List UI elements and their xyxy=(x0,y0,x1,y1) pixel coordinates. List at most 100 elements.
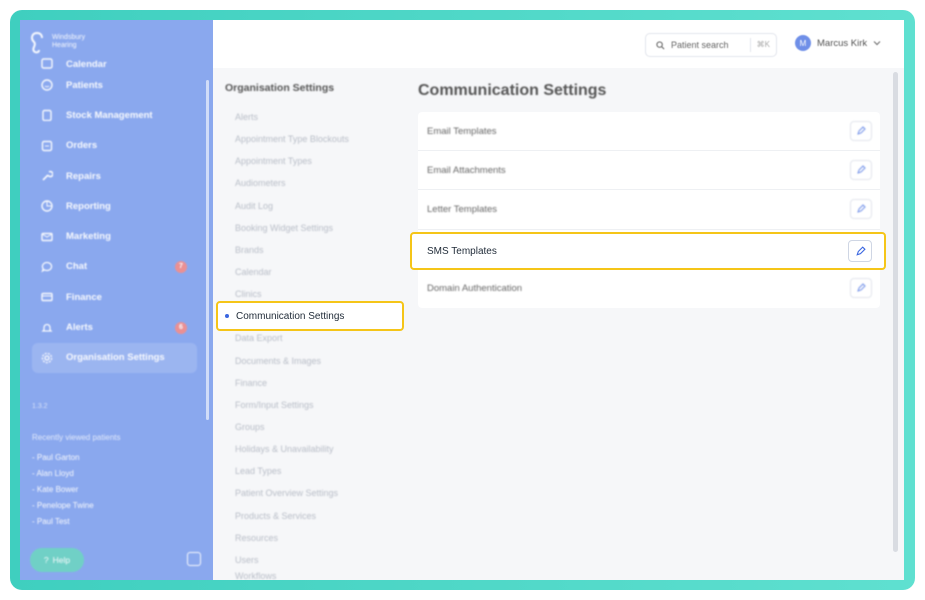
sidebar-item-alerts[interactable]: Alerts 6 xyxy=(32,312,197,342)
sidebar-item-orders[interactable]: Orders xyxy=(32,131,197,161)
settings-item-brands[interactable]: Brands xyxy=(225,239,349,261)
sidebar-nav: Calendar Patients Stock Management Order… xyxy=(32,54,197,373)
edit-button[interactable] xyxy=(850,160,872,181)
settings-item-calendar[interactable]: Calendar xyxy=(225,261,349,283)
settings-item-documents-images[interactable]: Documents & Images xyxy=(225,350,349,372)
mail-icon xyxy=(40,230,54,244)
sidebar-item-patients[interactable]: Patients xyxy=(32,70,197,100)
recent-patients-list: - Paul Garton - Alan Lloyd - Kate Bower … xyxy=(32,450,94,530)
settings-item-holidays-unavailability[interactable]: Holidays & Unavailability xyxy=(225,438,349,460)
recent-patient-link[interactable]: - Alan Lloyd xyxy=(32,466,94,482)
sidebar-item-finance[interactable]: Finance xyxy=(32,282,197,312)
pencil-icon xyxy=(855,245,866,256)
help-label: Help xyxy=(52,555,71,565)
settings-item-communication-settings[interactable]: Communication Settings xyxy=(216,301,404,331)
settings-item-form-input-settings[interactable]: Form/Input Settings xyxy=(225,394,349,416)
clipboard-icon xyxy=(40,108,54,122)
recent-patient-link[interactable]: - Paul Garton xyxy=(32,450,94,466)
pencil-icon xyxy=(857,165,866,175)
pencil-icon xyxy=(857,283,866,293)
settings-list: Alerts Appointment Type Blockouts Appoin… xyxy=(225,106,349,580)
settings-item-users[interactable]: Users xyxy=(225,549,349,571)
sidebar-item-label: Finance xyxy=(66,291,102,303)
sidebar-item-label: Patients xyxy=(66,79,103,91)
sidebar-item-label: Marketing xyxy=(66,231,111,243)
row-label: Domain Authentication xyxy=(427,282,523,294)
sidebar-item-repairs[interactable]: Repairs xyxy=(32,161,197,191)
top-bar: Patient search ⌘K M Marcus Kirk xyxy=(213,20,904,68)
recent-patient-link[interactable]: - Penelope Twine xyxy=(32,498,94,514)
list-item-email-attachments[interactable]: Email Attachments xyxy=(418,151,880,191)
sidebar-item-chat[interactable]: Chat 7 xyxy=(32,252,197,282)
collapse-sidebar-icon[interactable] xyxy=(187,552,201,566)
pencil-icon xyxy=(857,204,866,214)
sidebar-item-label: Calendar xyxy=(66,59,107,70)
edit-sms-templates-button[interactable] xyxy=(848,240,872,262)
sidebar-item-calendar[interactable]: Calendar xyxy=(32,54,197,70)
ear-logo-icon xyxy=(30,31,43,54)
settings-item-workflows[interactable]: Workflows xyxy=(225,571,349,580)
edit-button[interactable] xyxy=(850,278,872,299)
row-label: SMS Templates xyxy=(427,245,497,257)
sidebar-item-organisation-settings[interactable]: Organisation Settings xyxy=(32,342,197,373)
avatar: M xyxy=(795,35,811,51)
wrench-icon xyxy=(40,169,54,183)
search-label: Patient search xyxy=(671,40,729,50)
calendar-icon xyxy=(40,56,54,70)
settings-item-groups[interactable]: Groups xyxy=(225,416,349,438)
card-icon xyxy=(40,290,54,304)
settings-item-patient-overview-settings[interactable]: Patient Overview Settings xyxy=(225,482,349,504)
sidebar-item-label: Repairs xyxy=(66,170,101,182)
sidebar-item-label: Organisation Settings xyxy=(66,352,165,364)
recent-patient-link[interactable]: - Kate Bower xyxy=(32,482,94,498)
app-version: 1.3.2 xyxy=(32,403,48,410)
settings-item-lead-types[interactable]: Lead Types xyxy=(225,460,349,482)
recent-patients-title: Recently viewed patients xyxy=(32,433,121,442)
app-window: Windsbury Hearing Calendar Patients Stoc… xyxy=(20,20,904,580)
row-label: Letter Templates xyxy=(427,203,498,215)
settings-item-alerts[interactable]: Alerts xyxy=(225,106,349,128)
settings-item-appointment-types[interactable]: Appointment Types xyxy=(225,150,349,172)
settings-item-appointment-type-blockouts[interactable]: Appointment Type Blockouts xyxy=(225,128,349,150)
sidebar-scrollbar[interactable] xyxy=(206,80,209,420)
list-item-domain-authentication[interactable]: Domain Authentication xyxy=(418,269,880,308)
settings-item-products-services[interactable]: Products & Services xyxy=(225,505,349,527)
sidebar: Windsbury Hearing Calendar Patients Stoc… xyxy=(20,20,213,580)
list-item-sms-templates[interactable]: SMS Templates xyxy=(410,232,886,270)
row-label: Email Templates xyxy=(427,125,497,137)
alerts-badge: 6 xyxy=(175,321,187,334)
page-title: Communication Settings xyxy=(418,82,607,99)
brand-name: Windsbury Hearing xyxy=(52,34,85,50)
settings-item-audiometers[interactable]: Audiometers xyxy=(225,172,349,194)
sidebar-item-reporting[interactable]: Reporting xyxy=(32,191,197,221)
recent-patient-link[interactable]: - Paul Test xyxy=(32,514,94,530)
edit-button[interactable] xyxy=(850,199,872,220)
logo[interactable]: Windsbury Hearing xyxy=(30,30,85,54)
list-item-letter-templates[interactable]: Letter Templates xyxy=(418,190,880,230)
settings-item-label: Communication Settings xyxy=(236,310,345,322)
user-menu[interactable]: M Marcus Kirk xyxy=(795,35,881,51)
edit-button[interactable] xyxy=(850,121,872,142)
settings-item-audit-log[interactable]: Audit Log xyxy=(225,195,349,217)
row-label: Email Attachments xyxy=(427,164,506,176)
sidebar-item-stock-management[interactable]: Stock Management xyxy=(32,100,197,130)
patient-search-button[interactable]: Patient search ⌘K xyxy=(645,33,777,57)
pie-chart-icon xyxy=(40,199,54,213)
chevron-down-icon xyxy=(873,41,881,46)
main-scrollbar[interactable] xyxy=(893,72,898,552)
sidebar-item-label: Chat xyxy=(66,261,88,273)
chat-icon xyxy=(40,260,54,274)
brand-line1: Windsbury xyxy=(52,34,86,41)
list-item-email-templates[interactable]: Email Templates xyxy=(418,112,880,152)
settings-item-booking-widget-settings[interactable]: Booking Widget Settings xyxy=(225,217,349,239)
settings-item-finance[interactable]: Finance xyxy=(225,372,349,394)
sidebar-item-marketing[interactable]: Marketing xyxy=(32,221,197,251)
sidebar-item-label: Stock Management xyxy=(66,109,153,121)
settings-item-resources[interactable]: Resources xyxy=(225,527,349,549)
search-shortcut: ⌘K xyxy=(749,38,770,52)
chat-badge: 7 xyxy=(175,260,187,273)
main-panel: Communication Settings Email Templates E… xyxy=(406,68,904,580)
user-name: Marcus Kirk xyxy=(817,37,868,49)
sidebar-item-label: Alerts xyxy=(66,322,93,334)
help-button[interactable]: ? Help xyxy=(30,548,84,572)
